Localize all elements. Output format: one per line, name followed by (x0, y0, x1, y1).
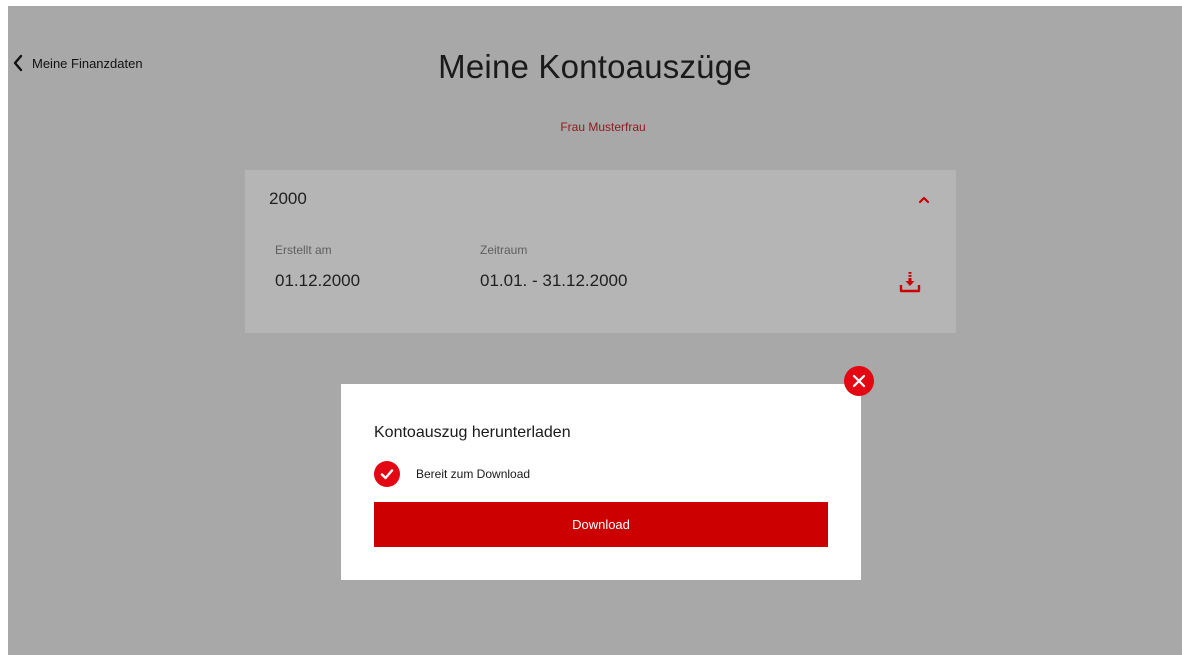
checkmark-icon (374, 461, 400, 487)
download-icon[interactable] (899, 271, 921, 293)
status-text: Bereit zum Download (416, 467, 531, 481)
created-value: 01.12.2000 (275, 271, 361, 290)
app-screen: Meine Finanzdaten Meine Kontoauszüge Fra… (8, 6, 1182, 655)
customer-name: Frau Musterfrau (560, 120, 646, 134)
close-icon[interactable] (844, 366, 874, 396)
created-label: Erstellt am (275, 243, 332, 257)
period-label: Zeitraum (480, 243, 528, 257)
statement-year: 2000 (269, 189, 307, 208)
chevron-up-icon[interactable] (916, 192, 932, 208)
modal-title: Kontoauszug herunterladen (374, 424, 571, 441)
period-value: 01.01. - 31.12.2000 (480, 271, 628, 290)
download-modal: Kontoauszug herunterladen Bereit zum Dow… (341, 384, 861, 580)
download-button[interactable]: Download (374, 502, 828, 547)
statement-card: 2000 Erstellt am 01.12.2000 Zeitraum 01.… (245, 170, 956, 333)
status-row: Bereit zum Download (374, 461, 530, 487)
page-title: Meine Kontoauszüge (438, 48, 752, 85)
